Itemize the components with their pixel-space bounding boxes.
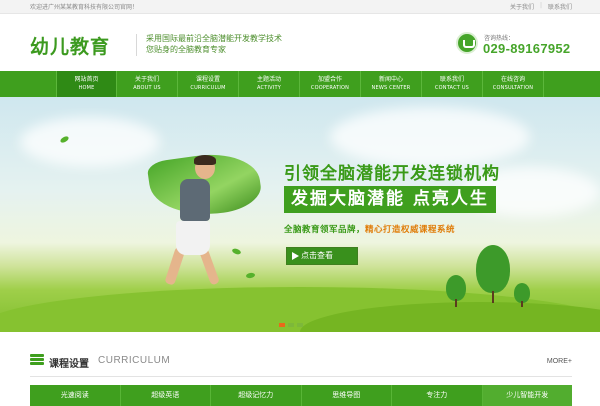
site-logo[interactable]: 幼儿教育 — [30, 32, 110, 59]
section-divider — [30, 376, 572, 377]
course-tabs: 光速阅读 超级英语 超级记忆力 思维导图 专注力 少儿智能开发 — [30, 385, 572, 406]
logo-divider — [136, 34, 137, 56]
top-bar: 欢迎进广州某某教育科技有限公司官网！ 关于我们 | 联系我们 — [0, 0, 600, 14]
nav-label: 网站首页 — [74, 76, 99, 83]
banner-headline: 引领全脑潜能开发连锁机构 — [284, 164, 500, 184]
nav-item-cooperation[interactable]: 加盟合作 COOPERATION — [300, 71, 361, 97]
more-link[interactable]: MORE+ — [547, 358, 572, 365]
nav-label: 主题活动 — [256, 76, 281, 83]
nav-label-en: COOPERATION — [310, 85, 350, 91]
slider-dot[interactable] — [297, 323, 303, 327]
slider-dot[interactable] — [288, 323, 294, 327]
top-link-about[interactable]: 关于我们 — [510, 2, 534, 11]
nav-item-curriculum[interactable]: 课程设置 CURRICULUM — [178, 71, 239, 97]
nav-label-en: CONSULTATION — [492, 85, 534, 91]
banner-headline-box: 发掘大脑潜能 点亮人生 — [284, 186, 496, 213]
nav-item-home[interactable]: 网站首页 HOME — [56, 71, 117, 97]
cloud — [20, 117, 160, 167]
nav-item-activity[interactable]: 主题活动 ACTIVITY — [239, 71, 300, 97]
hero-banner: 引领全脑潜能开发连锁机构 发掘大脑潜能 点亮人生 全脑教育领军品牌，精心打造权威… — [0, 97, 600, 332]
slider-dot[interactable] — [279, 323, 285, 327]
view-details-button[interactable]: 点击查看 — [286, 247, 358, 265]
nav-item-consultation[interactable]: 在线咨询 CONSULTATION — [483, 71, 544, 97]
nav-label: 课程设置 — [195, 76, 220, 83]
nav-item-contact[interactable]: 联系我们 CONTACT US — [422, 71, 483, 97]
nav-label: 加盟合作 — [317, 76, 342, 83]
tab-child-intelligence[interactable]: 少儿智能开发 — [482, 385, 572, 406]
banner-subline: 全脑教育领军品牌，精心打造权威课程系统 — [284, 223, 455, 235]
section-title: 课程设置 — [49, 359, 89, 370]
kid-illustration — [194, 155, 216, 165]
books-icon — [30, 354, 44, 366]
slogan-line-1: 采用国际最前沿全脑潜能开发教学技术 — [146, 34, 282, 43]
curriculum-section: 课程设置 CURRICULUM MORE+ 光速阅读 超级英语 超级记忆力 思维… — [0, 332, 600, 406]
nav-label-en: HOME — [78, 85, 95, 91]
tab-focus[interactable]: 专注力 — [392, 385, 483, 406]
phone-icon — [456, 32, 478, 54]
banner-subline-a: 全脑教育领军品牌， — [284, 225, 366, 235]
nav-item-news[interactable]: 新闻中心 NEWS CENTER — [361, 71, 422, 97]
kid-illustration — [176, 221, 210, 255]
nav-label: 新闻中心 — [378, 76, 403, 83]
cloud — [330, 107, 530, 167]
nav-item-about[interactable]: 关于我们 ABOUT US — [117, 71, 178, 97]
nav-label-en: ACTIVITY — [257, 85, 281, 91]
slogan-line-2: 您贴身的全脑教育专家 — [146, 45, 226, 54]
top-link-contact[interactable]: 联系我们 — [548, 2, 572, 11]
kid-illustration — [180, 179, 210, 221]
leaf-icon — [245, 272, 256, 279]
nav-label: 联系我们 — [439, 76, 464, 83]
top-links: 关于我们 | 联系我们 — [510, 2, 572, 11]
nav-label-en: CONTACT US — [434, 85, 470, 91]
top-link-separator: | — [539, 2, 542, 9]
tab-super-memory[interactable]: 超级记忆力 — [211, 385, 302, 406]
banner-subline-b: 精心打造权威课程系统 — [365, 225, 456, 235]
tab-super-english[interactable]: 超级英语 — [120, 385, 211, 406]
nav-label: 在线咨询 — [500, 76, 525, 83]
slider-dots — [279, 323, 303, 327]
slogan: 采用国际最前沿全脑潜能开发教学技术 您贴身的全脑教育专家 — [146, 33, 282, 55]
nav-label: 关于我们 — [134, 76, 159, 83]
site-header: 幼儿教育 采用国际最前沿全脑潜能开发教学技术 您贴身的全脑教育专家 咨询热线： … — [0, 14, 600, 71]
tab-mind-map[interactable]: 思维导图 — [301, 385, 392, 406]
nav-label-en: ABOUT US — [133, 85, 161, 91]
nav-label-en: NEWS CENTER — [371, 85, 411, 91]
main-nav: 网站首页 HOME 关于我们 ABOUT US 课程设置 CURRICULUM … — [0, 71, 600, 97]
tab-speed-reading[interactable]: 光速阅读 — [30, 385, 121, 406]
nav-label-en: CURRICULUM — [190, 85, 226, 91]
phone-number: 029-89167952 — [483, 41, 571, 56]
section-title-en: CURRICULUM — [98, 355, 171, 366]
welcome-text: 欢迎进广州某某教育科技有限公司官网！ — [30, 4, 139, 11]
leaf-icon — [231, 247, 242, 256]
